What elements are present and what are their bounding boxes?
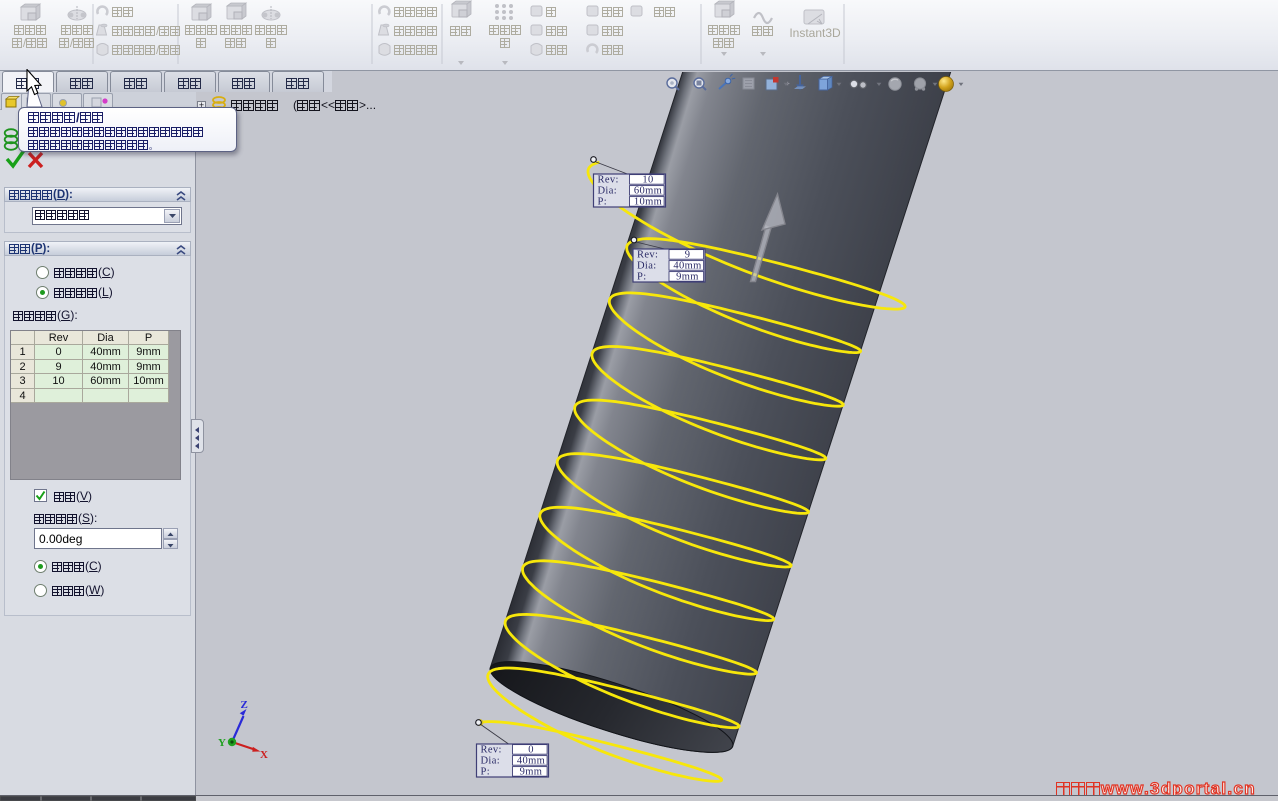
- svg-text:9mm: 9mm: [520, 767, 543, 778]
- svg-text:10: 10: [642, 175, 653, 186]
- svg-text:Z: Z: [241, 699, 248, 711]
- svg-text:10mm: 10mm: [634, 197, 662, 208]
- svg-text:0: 0: [528, 745, 534, 756]
- svg-text:Y: Y: [218, 737, 226, 749]
- svg-text:Rev:: Rev:: [598, 175, 619, 186]
- svg-text:Dia:: Dia:: [637, 261, 656, 272]
- svg-text:P:: P:: [481, 767, 490, 778]
- svg-text:9: 9: [685, 250, 691, 261]
- svg-text:40mm: 40mm: [673, 261, 701, 272]
- svg-text:9mm: 9mm: [676, 272, 699, 283]
- svg-text:P:: P:: [598, 197, 607, 208]
- svg-text:Rev:: Rev:: [637, 250, 658, 261]
- svg-text:X: X: [260, 749, 268, 761]
- svg-text:40mm: 40mm: [517, 756, 545, 767]
- svg-text:P:: P:: [637, 272, 646, 283]
- svg-text:Rev:: Rev:: [481, 745, 502, 756]
- svg-text:Dia:: Dia:: [481, 756, 500, 767]
- svg-text:60mm: 60mm: [634, 186, 662, 197]
- svg-text:Dia:: Dia:: [598, 186, 617, 197]
